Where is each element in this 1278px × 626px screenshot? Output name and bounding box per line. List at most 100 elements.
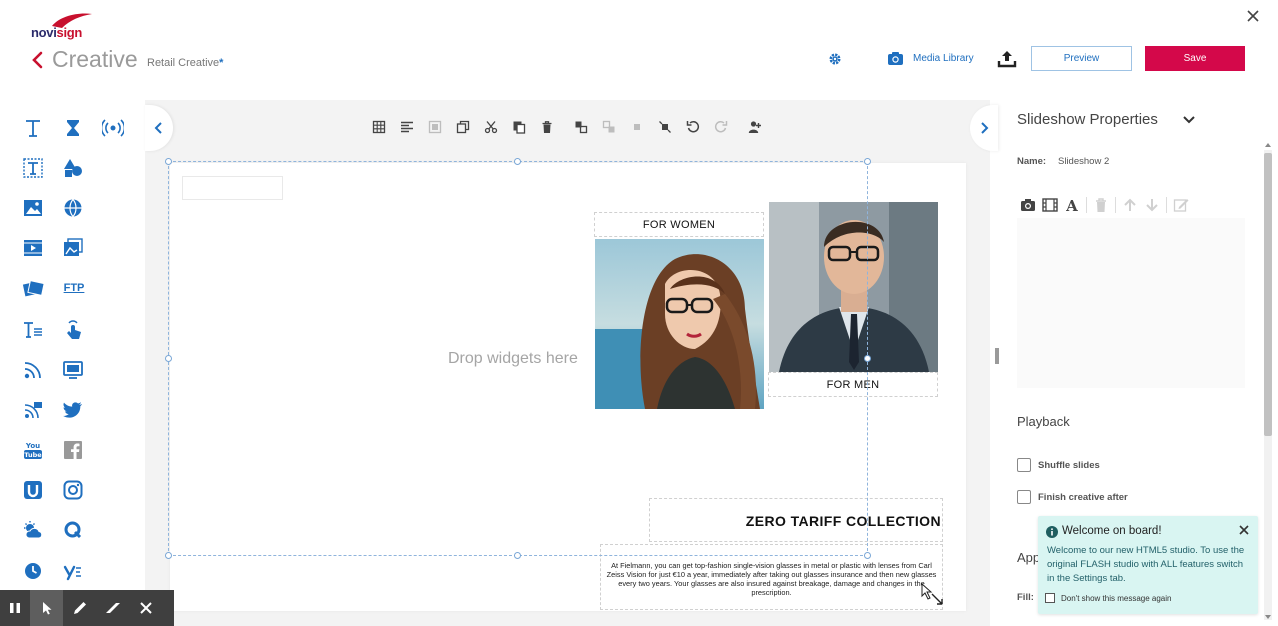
facebook-icon[interactable] bbox=[60, 437, 86, 463]
video-widget-icon[interactable] bbox=[20, 235, 46, 261]
close-icon[interactable] bbox=[1246, 9, 1260, 23]
resize-handle-se[interactable] bbox=[864, 552, 871, 559]
svg-text:A: A bbox=[1065, 197, 1078, 213]
highlighter-icon[interactable] bbox=[96, 590, 129, 626]
scroll-down-arrow-icon[interactable] bbox=[1265, 615, 1271, 619]
panel-splitter-handle[interactable] bbox=[995, 348, 999, 364]
resize-handle-e[interactable] bbox=[864, 355, 871, 362]
shuffle-slides-label: Shuffle slides bbox=[1038, 459, 1100, 471]
toast-message: Welcome to our new HTML5 studio. To use … bbox=[1047, 545, 1245, 584]
yelp-icon[interactable] bbox=[60, 558, 86, 584]
finish-creative-checkbox[interactable] bbox=[1017, 490, 1031, 504]
add-user-icon[interactable] bbox=[741, 117, 769, 137]
settings-gear-icon[interactable] bbox=[828, 52, 842, 66]
grid-icon[interactable] bbox=[365, 117, 393, 137]
redo-icon[interactable] bbox=[707, 117, 735, 137]
toast-close-icon[interactable] bbox=[1238, 524, 1250, 536]
dont-show-again-label: Don't show this message again bbox=[1061, 593, 1172, 603]
slides-list[interactable] bbox=[1017, 218, 1245, 388]
save-button[interactable]: Save bbox=[1145, 46, 1245, 71]
annotation-toolbar bbox=[0, 590, 174, 626]
upload-icon[interactable] bbox=[997, 49, 1017, 69]
ftp-widget-icon[interactable]: FTP bbox=[60, 275, 88, 301]
resize-handle-s[interactable] bbox=[514, 552, 521, 559]
send-to-back-icon[interactable] bbox=[651, 117, 679, 137]
align-left-icon[interactable] bbox=[393, 117, 421, 137]
unsaved-marker: * bbox=[219, 57, 224, 69]
text-widget-icon[interactable] bbox=[20, 115, 46, 141]
canvas-toolbar bbox=[365, 117, 769, 137]
welcome-toast: Welcome on board! Welcome to our new HTM… bbox=[1038, 516, 1258, 614]
twitter-icon[interactable] bbox=[60, 397, 86, 423]
chevron-right-icon bbox=[981, 122, 989, 134]
back-chevron-icon[interactable] bbox=[30, 50, 46, 70]
pause-icon[interactable] bbox=[0, 590, 30, 626]
preview-button[interactable]: Preview bbox=[1031, 46, 1132, 71]
delete-slide-icon[interactable] bbox=[1091, 196, 1111, 214]
weather-icon[interactable] bbox=[20, 517, 46, 543]
bring-forward-icon[interactable] bbox=[595, 117, 623, 137]
fit-to-screen-icon[interactable] bbox=[421, 117, 449, 137]
undo-icon[interactable] bbox=[679, 117, 707, 137]
dont-show-again-option[interactable]: Don't show this message again bbox=[1045, 593, 1171, 603]
svg-text:Tube: Tube bbox=[24, 451, 42, 459]
resize-cursor-icon bbox=[921, 582, 943, 605]
shuffle-slides-option[interactable]: Shuffle slides bbox=[1017, 458, 1100, 472]
rss-icon[interactable] bbox=[20, 357, 46, 383]
paste-icon[interactable] bbox=[505, 117, 533, 137]
youtube-icon[interactable]: You Tube bbox=[20, 437, 46, 463]
pen-icon[interactable] bbox=[63, 590, 96, 626]
name-field-label: Name: bbox=[1017, 156, 1047, 167]
textbox-widget-icon[interactable] bbox=[20, 155, 46, 181]
cut-scissors-icon[interactable] bbox=[477, 117, 505, 137]
resize-handle-w[interactable] bbox=[165, 355, 172, 362]
ftp-label: FTP bbox=[63, 282, 85, 294]
send-backward-icon[interactable] bbox=[623, 117, 651, 137]
chevron-down-icon[interactable] bbox=[1182, 114, 1196, 126]
queue-q-icon[interactable] bbox=[60, 517, 86, 543]
chevron-left-icon bbox=[154, 122, 162, 134]
svg-text:You: You bbox=[25, 442, 40, 450]
screen-widget-icon[interactable] bbox=[60, 357, 86, 383]
edit-slide-icon[interactable] bbox=[1171, 196, 1191, 214]
image-widget-icon[interactable] bbox=[20, 195, 46, 221]
move-slide-down-icon[interactable] bbox=[1142, 196, 1162, 214]
pointer-arrow-icon[interactable] bbox=[30, 590, 63, 626]
instagram-icon[interactable] bbox=[60, 477, 86, 503]
appearance-section-title: App bbox=[1017, 550, 1041, 565]
add-image-slide-icon[interactable] bbox=[1018, 196, 1038, 214]
slideshow-widget-icon[interactable] bbox=[20, 275, 46, 301]
resize-handle-nw[interactable] bbox=[165, 158, 172, 165]
name-field-value[interactable]: Slideshow 2 bbox=[1058, 156, 1109, 167]
add-video-slide-icon[interactable] bbox=[1040, 196, 1060, 214]
finish-creative-option[interactable]: Finish creative after bbox=[1017, 490, 1128, 504]
touch-interactive-icon[interactable] bbox=[60, 317, 86, 343]
social-feed-icon[interactable] bbox=[20, 397, 46, 423]
hourglass-icon[interactable] bbox=[60, 115, 86, 141]
broadcast-icon[interactable] bbox=[100, 115, 126, 141]
resize-handle-n[interactable] bbox=[514, 158, 521, 165]
move-slide-up-icon[interactable] bbox=[1120, 196, 1140, 214]
media-library-link[interactable]: Media Library bbox=[913, 53, 974, 64]
web-globe-icon[interactable] bbox=[60, 195, 86, 221]
shuffle-slides-checkbox[interactable] bbox=[1017, 458, 1031, 472]
properties-scrollbar-thumb[interactable] bbox=[1264, 153, 1272, 436]
bring-to-front-icon[interactable] bbox=[567, 117, 595, 137]
dont-show-again-checkbox[interactable] bbox=[1045, 593, 1055, 603]
gallery-widget-icon[interactable] bbox=[60, 235, 86, 261]
resize-handle-sw[interactable] bbox=[165, 552, 172, 559]
scroll-up-arrow-icon[interactable] bbox=[1265, 143, 1271, 147]
info-icon bbox=[1046, 526, 1058, 538]
add-text-slide-icon[interactable]: A bbox=[1062, 196, 1082, 214]
resize-handle-ne[interactable] bbox=[864, 158, 871, 165]
duplicate-icon[interactable] bbox=[449, 117, 477, 137]
delete-trash-icon[interactable] bbox=[533, 117, 561, 137]
creative-name[interactable]: Retail Creative* bbox=[147, 57, 223, 69]
clock-icon[interactable] bbox=[20, 558, 46, 584]
shapes-icon[interactable] bbox=[60, 155, 86, 181]
close-annotation-icon[interactable] bbox=[129, 590, 162, 626]
ticker-text-icon[interactable] bbox=[20, 317, 46, 343]
camera-icon[interactable] bbox=[887, 51, 904, 66]
selected-slideshow-frame[interactable] bbox=[168, 161, 868, 556]
ustream-icon[interactable] bbox=[20, 477, 46, 503]
